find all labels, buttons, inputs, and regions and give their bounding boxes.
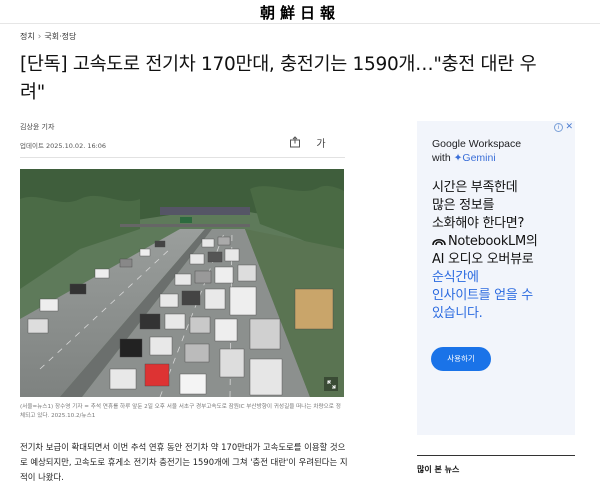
ad-brand-with: with (432, 152, 451, 164)
breadcrumb-subsection[interactable]: 국회·정당 (44, 31, 76, 42)
ad-copy-highlight: 인사이트를 얻을 수 (432, 288, 533, 303)
ad-brand-subtitle: with ✦Gemini (432, 151, 521, 165)
divider (20, 157, 345, 158)
share-icon[interactable] (287, 134, 303, 150)
ad-copy: 시간은 부족한데 많은 정보를 소화해야 한다면? NotebookLM의 AI… (432, 179, 572, 323)
breadcrumb: 정치 › 국회·정당 (20, 31, 76, 42)
ad-copy-line: 소화해야 한다면? (432, 216, 525, 231)
ad-copy-line: 많은 정보를 (432, 198, 495, 213)
site-logo[interactable]: 朝鮮日報 (0, 2, 600, 23)
breadcrumb-section[interactable]: 정치 (20, 31, 35, 42)
ad-copy-line: NotebookLM의 (432, 233, 572, 251)
ad-info-icon[interactable]: i (554, 123, 563, 132)
article-updated-date: 업데이트 2025.10.02. 16:06 (20, 142, 107, 150)
masthead: 朝鮮日報 (0, 0, 600, 24)
notebooklm-icon (432, 238, 446, 246)
ad-cta-button[interactable]: 사용하기 (431, 347, 491, 371)
ad-copy-highlight: 순식간에 (432, 270, 479, 285)
ad-brand-title: Google Workspace (432, 138, 522, 150)
article-body: 전기차 보급이 확대되면서 이번 추석 연휴 동안 전기차 약 170만대가 고… (20, 442, 348, 482)
ad-copy-line: 시간은 부족한데 (432, 180, 518, 195)
ad-brand-gemini: Gemini (462, 152, 496, 164)
chevron-right-icon: › (37, 31, 42, 42)
ad-copy-notebooklm: NotebookLM의 (448, 234, 538, 249)
font-size-button[interactable]: 가 (313, 134, 329, 150)
ad-copy-line: AI 오디오 오버뷰로 (432, 252, 534, 267)
ad-close-icon[interactable]: ✕ (565, 122, 573, 132)
article-headline: [단독] 고속도로 전기차 170만대, 충전기는 1590개…"충전 대란 우… (20, 54, 537, 103)
advertisement[interactable]: i ✕ Google Workspace with ✦Gemini 시간은 부족… (417, 121, 575, 435)
ad-brand: Google Workspace with ✦Gemini (432, 137, 521, 165)
expand-icon[interactable] (324, 377, 338, 391)
ad-copy-highlight: 있습니다. (432, 306, 483, 321)
most-read-heading: 많이 본 뉴스 (417, 465, 460, 474)
photo-caption: (서울=뉴스1) 장수영 기자 = 추석 연휴를 하루 앞둔 2일 오후 서울 … (20, 404, 341, 419)
article-photo[interactable] (20, 169, 344, 397)
divider (417, 455, 575, 456)
article-tools: 가 (287, 134, 329, 150)
article-byline[interactable]: 김상윤 기자 (20, 122, 54, 132)
